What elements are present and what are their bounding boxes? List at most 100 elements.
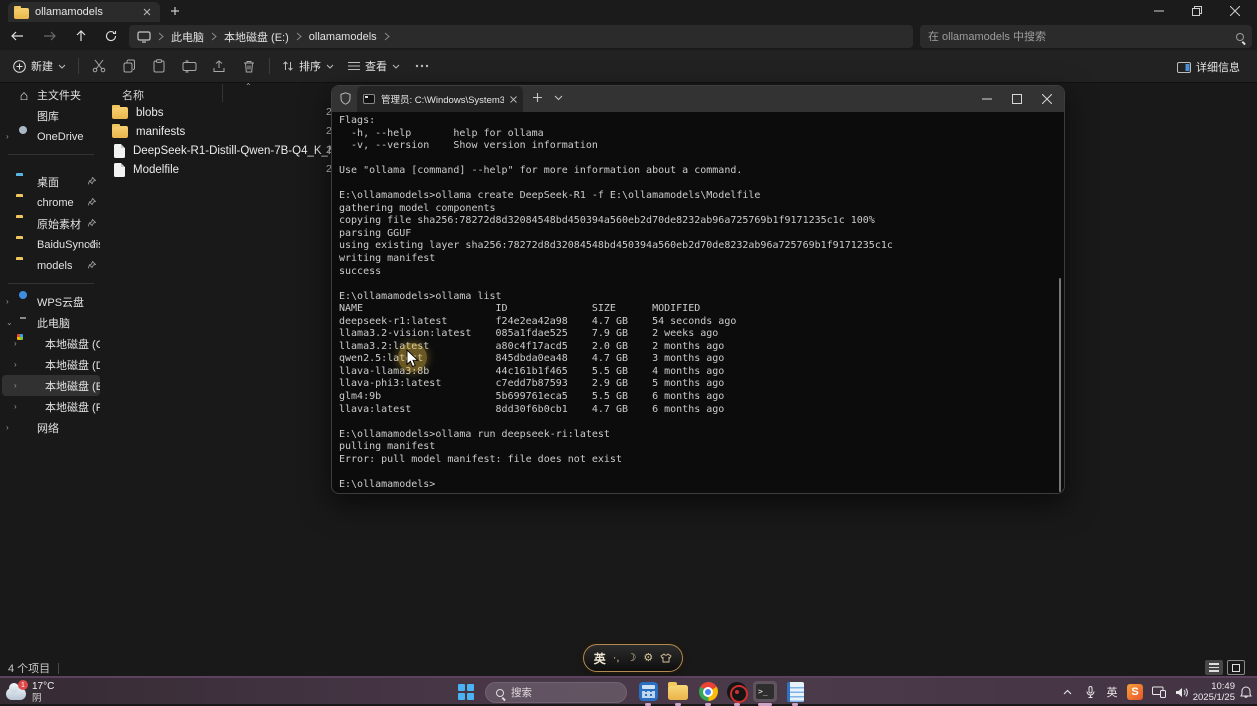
terminal-title-bar[interactable]: 管理员: C:\Windows\System32	[332, 86, 1064, 112]
breadcrumb-drive-e[interactable]: 本地磁盘 (E:)	[224, 29, 289, 45]
window-minimize-button[interactable]	[1139, 0, 1179, 22]
taskbar-notepad-button[interactable]	[783, 681, 807, 702]
microphone-icon[interactable]	[1081, 678, 1099, 706]
sidebar-item-drive-d[interactable]: › 本地磁盘 (D:)	[2, 354, 100, 375]
sidebar-item-drive-f[interactable]: › 本地磁盘 (F:)	[2, 396, 100, 417]
terminal-close-button[interactable]	[1030, 86, 1064, 112]
column-header-name[interactable]: 名称	[122, 87, 144, 103]
terminal-scrollbar[interactable]	[1059, 278, 1061, 492]
search-box[interactable]	[920, 25, 1252, 48]
chevron-right-icon[interactable]: ›	[6, 297, 16, 306]
window-restore-button[interactable]	[1177, 0, 1217, 22]
sidebar-item-desktop[interactable]: 桌面	[2, 171, 100, 192]
chevron-right-icon[interactable]: ›	[14, 339, 24, 348]
copy-button[interactable]	[114, 53, 144, 79]
file-icon	[114, 144, 125, 158]
delete-button[interactable]	[234, 53, 264, 79]
clock[interactable]: 10:49 2025/1/25	[1193, 681, 1235, 703]
tray-overflow-chevron[interactable]	[1057, 678, 1077, 706]
view-button[interactable]: 查看	[341, 53, 407, 79]
up-button[interactable]	[68, 25, 94, 47]
file-row-modelfile[interactable]: Modelfile	[106, 160, 346, 179]
breadcrumb-this-pc[interactable]: 此电脑	[171, 29, 204, 45]
running-indicator	[705, 703, 711, 706]
terminal-new-tab-icon[interactable]	[532, 92, 543, 103]
sidebar-item-onedrive[interactable]: › OneDrive	[2, 126, 100, 147]
taskbar-recorder-button[interactable]	[725, 681, 749, 702]
volume-icon[interactable]	[1171, 678, 1191, 706]
sidebar-item-label: 图库	[37, 108, 59, 124]
sidebar-item-drive-e[interactable]: › 本地磁盘 (E:)	[2, 375, 100, 396]
terminal-tab-close-icon[interactable]	[510, 96, 517, 103]
rename-button[interactable]	[174, 53, 204, 79]
breadcrumb-folder[interactable]: ollamamodels	[309, 31, 377, 43]
taskbar-search[interactable]: 搜索	[485, 682, 627, 703]
weather-cloud-icon: 1	[6, 688, 26, 700]
file-row-blobs[interactable]: blobs	[106, 103, 346, 122]
window-close-button[interactable]	[1215, 0, 1255, 22]
chevron-right-icon[interactable]: ›	[6, 132, 16, 141]
explorer-sidebar: 主文件夹 图库 › OneDrive 桌面 chrome	[0, 84, 102, 654]
details-view-toggle[interactable]	[1205, 660, 1223, 675]
more-options-button[interactable]	[407, 53, 437, 79]
sidebar-item-drive-c[interactable]: › 本地磁盘 (C:)	[2, 333, 100, 354]
column-separator[interactable]	[222, 84, 223, 102]
large-icons-view-toggle[interactable]	[1227, 660, 1245, 675]
chevron-right-icon[interactable]: ›	[14, 381, 24, 390]
input-language-indicator[interactable]: 英	[1103, 678, 1121, 706]
chevron-right-icon[interactable]: ›	[14, 360, 24, 369]
explorer-tab-bar: ollamamodels	[0, 0, 1257, 22]
ime-settings-gear-icon[interactable]: ⚙	[643, 653, 653, 664]
chevron-down-icon[interactable]: ⌄	[6, 318, 16, 327]
sidebar-item-models[interactable]: models	[2, 255, 100, 276]
notification-bell-icon[interactable]	[1237, 678, 1255, 706]
refresh-button[interactable]	[98, 25, 124, 47]
ime-halfwidth-moon-icon[interactable]: ☽	[627, 653, 637, 664]
taskbar-calculator-button[interactable]	[636, 681, 660, 702]
sidebar-item-raw-material[interactable]: 原始素材	[2, 213, 100, 234]
explorer-tab[interactable]: ollamamodels	[8, 2, 160, 22]
sidebar-item-this-pc[interactable]: ⌄ 此电脑	[2, 312, 100, 333]
chevron-right-icon[interactable]: ›	[6, 423, 16, 432]
taskbar-explorer-button[interactable]	[666, 681, 690, 702]
new-tab-icon[interactable]	[168, 4, 182, 18]
terminal-maximize-button[interactable]	[1000, 86, 1034, 112]
forward-button[interactable]	[36, 25, 62, 47]
view-list-icon	[348, 61, 360, 71]
new-button[interactable]: 新建	[6, 53, 73, 79]
ime-skin-icon[interactable]	[660, 653, 672, 663]
ime-toolbar[interactable]: 英 ·, ☽ ⚙	[583, 644, 683, 672]
sidebar-item-network[interactable]: › 网络	[2, 417, 100, 438]
taskbar-terminal-button[interactable]: >_	[753, 681, 777, 702]
share-button[interactable]	[204, 53, 234, 79]
terminal-output[interactable]: Flags: -h, --help help for ollama -v, --…	[333, 112, 1063, 492]
search-input[interactable]	[928, 31, 1236, 43]
terminal-tab[interactable]: 管理员: C:\Windows\System32	[357, 86, 523, 112]
ime-mode-indicator[interactable]: 英	[594, 650, 606, 667]
cast-screen-icon[interactable]	[1149, 678, 1169, 706]
terminal-tab-dropdown-icon[interactable]	[554, 95, 563, 101]
start-button[interactable]	[458, 684, 474, 700]
sort-button[interactable]: 排序	[275, 53, 341, 79]
details-pane-button[interactable]: 详细信息	[1170, 54, 1247, 80]
cut-button[interactable]	[84, 53, 114, 79]
sidebar-item-chrome[interactable]: chrome	[2, 192, 100, 213]
sogou-tray-icon[interactable]: S	[1125, 678, 1145, 706]
paste-button[interactable]	[144, 53, 174, 79]
weather-widget[interactable]: 1 17°C 阴	[6, 680, 54, 704]
breadcrumb[interactable]: 此电脑 本地磁盘 (E:) ollamamodels	[129, 25, 913, 48]
sidebar-item-gallery[interactable]: 图库	[2, 105, 100, 126]
sort-icon	[282, 60, 294, 72]
chevron-right-icon[interactable]: ›	[14, 402, 24, 411]
sidebar-item-wps-cloud[interactable]: › WPS云盘	[2, 291, 100, 312]
ime-punctuation-icon[interactable]: ·,	[613, 653, 620, 664]
file-row-gguf[interactable]: DeepSeek-R1-Distill-Qwen-7B-Q4_K_M.gguf	[106, 141, 346, 160]
item-count: 4 个项目	[8, 660, 50, 676]
sidebar-item-home[interactable]: 主文件夹	[2, 84, 100, 105]
tab-close-icon[interactable]	[140, 5, 154, 19]
file-row-manifests[interactable]: manifests	[106, 122, 346, 141]
back-button[interactable]	[4, 25, 30, 47]
terminal-minimize-button[interactable]	[970, 86, 1004, 112]
taskbar-chrome-button[interactable]	[696, 681, 720, 702]
sidebar-item-baidusyncdisk[interactable]: BaiduSyncdisk	[2, 234, 100, 255]
